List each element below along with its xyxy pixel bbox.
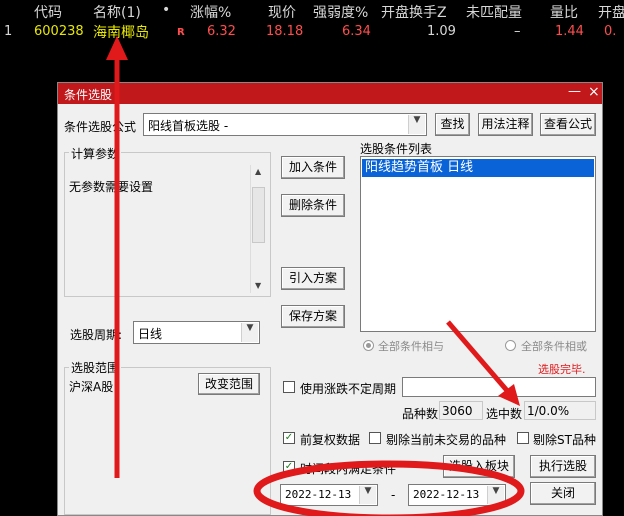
arrow-up-annotation	[106, 36, 128, 478]
date-range-highlight	[253, 460, 525, 516]
annotation-overlay	[106, 36, 525, 516]
arrow-diagonal-annotation	[446, 320, 520, 406]
